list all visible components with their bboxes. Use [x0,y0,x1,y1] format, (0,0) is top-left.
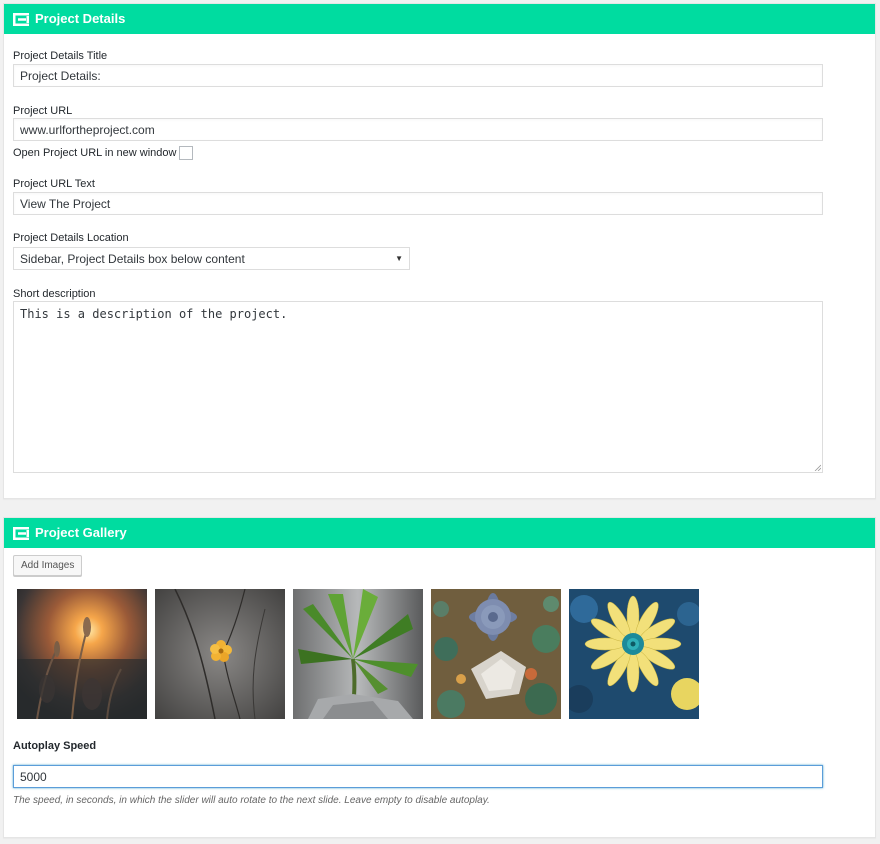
short-desc-label: Short description [13,288,96,300]
autoplay-speed-label: Autoplay Speed [13,740,97,752]
url-text-label: Project URL Text [13,178,95,190]
new-window-label: Open Project URL in new window [13,147,177,159]
chevron-down-icon: ▼ [395,254,403,263]
new-window-row: Open Project URL in new window [13,146,194,160]
project-details-header[interactable]: Project Details [4,4,875,34]
sunset-grass-image [17,589,147,719]
gallery-thumbnail[interactable] [17,589,147,719]
project-url-input[interactable] [13,118,823,141]
title-label: Project Details Title [13,50,108,62]
palm-plant-image [293,589,423,719]
project-gallery-header[interactable]: Project Gallery [4,518,875,548]
add-images-button[interactable]: Add Images [13,555,83,576]
autoplay-speed-input[interactable] [13,765,823,788]
yellow-daisy-image [569,589,699,719]
layout-icon [13,12,29,26]
succulents-image [431,589,561,719]
location-select[interactable]: Sidebar, Project Details box below conte… [13,247,410,270]
url-label: Project URL [13,105,73,117]
autoplay-help-text: The speed, in seconds, in which the slid… [13,795,490,806]
short-desc-wrapper: This is a description of the project. [13,301,823,473]
image-gallery [17,589,707,719]
short-description-textarea[interactable]: This is a description of the project. [13,301,823,473]
project-details-panel: Project Details Project Details Title Pr… [3,3,876,499]
project-url-text-input[interactable] [13,192,823,215]
panel-title: Project Gallery [35,525,127,540]
layout-icon [13,526,29,540]
panel-title: Project Details [35,11,126,26]
gallery-thumbnail[interactable] [569,589,699,719]
new-window-checkbox[interactable] [179,146,194,160]
location-selected-value: Sidebar, Project Details box below conte… [20,251,245,266]
yellow-flower-image [155,589,285,719]
gallery-thumbnail[interactable] [431,589,561,719]
gallery-thumbnail[interactable] [155,589,285,719]
resize-grip-icon[interactable] [814,464,821,471]
location-label: Project Details Location [13,232,129,244]
project-gallery-panel: Project Gallery Add Images Autoplay Spee… [3,517,876,838]
gallery-thumbnail[interactable] [293,589,423,719]
project-details-title-input[interactable] [13,64,823,87]
